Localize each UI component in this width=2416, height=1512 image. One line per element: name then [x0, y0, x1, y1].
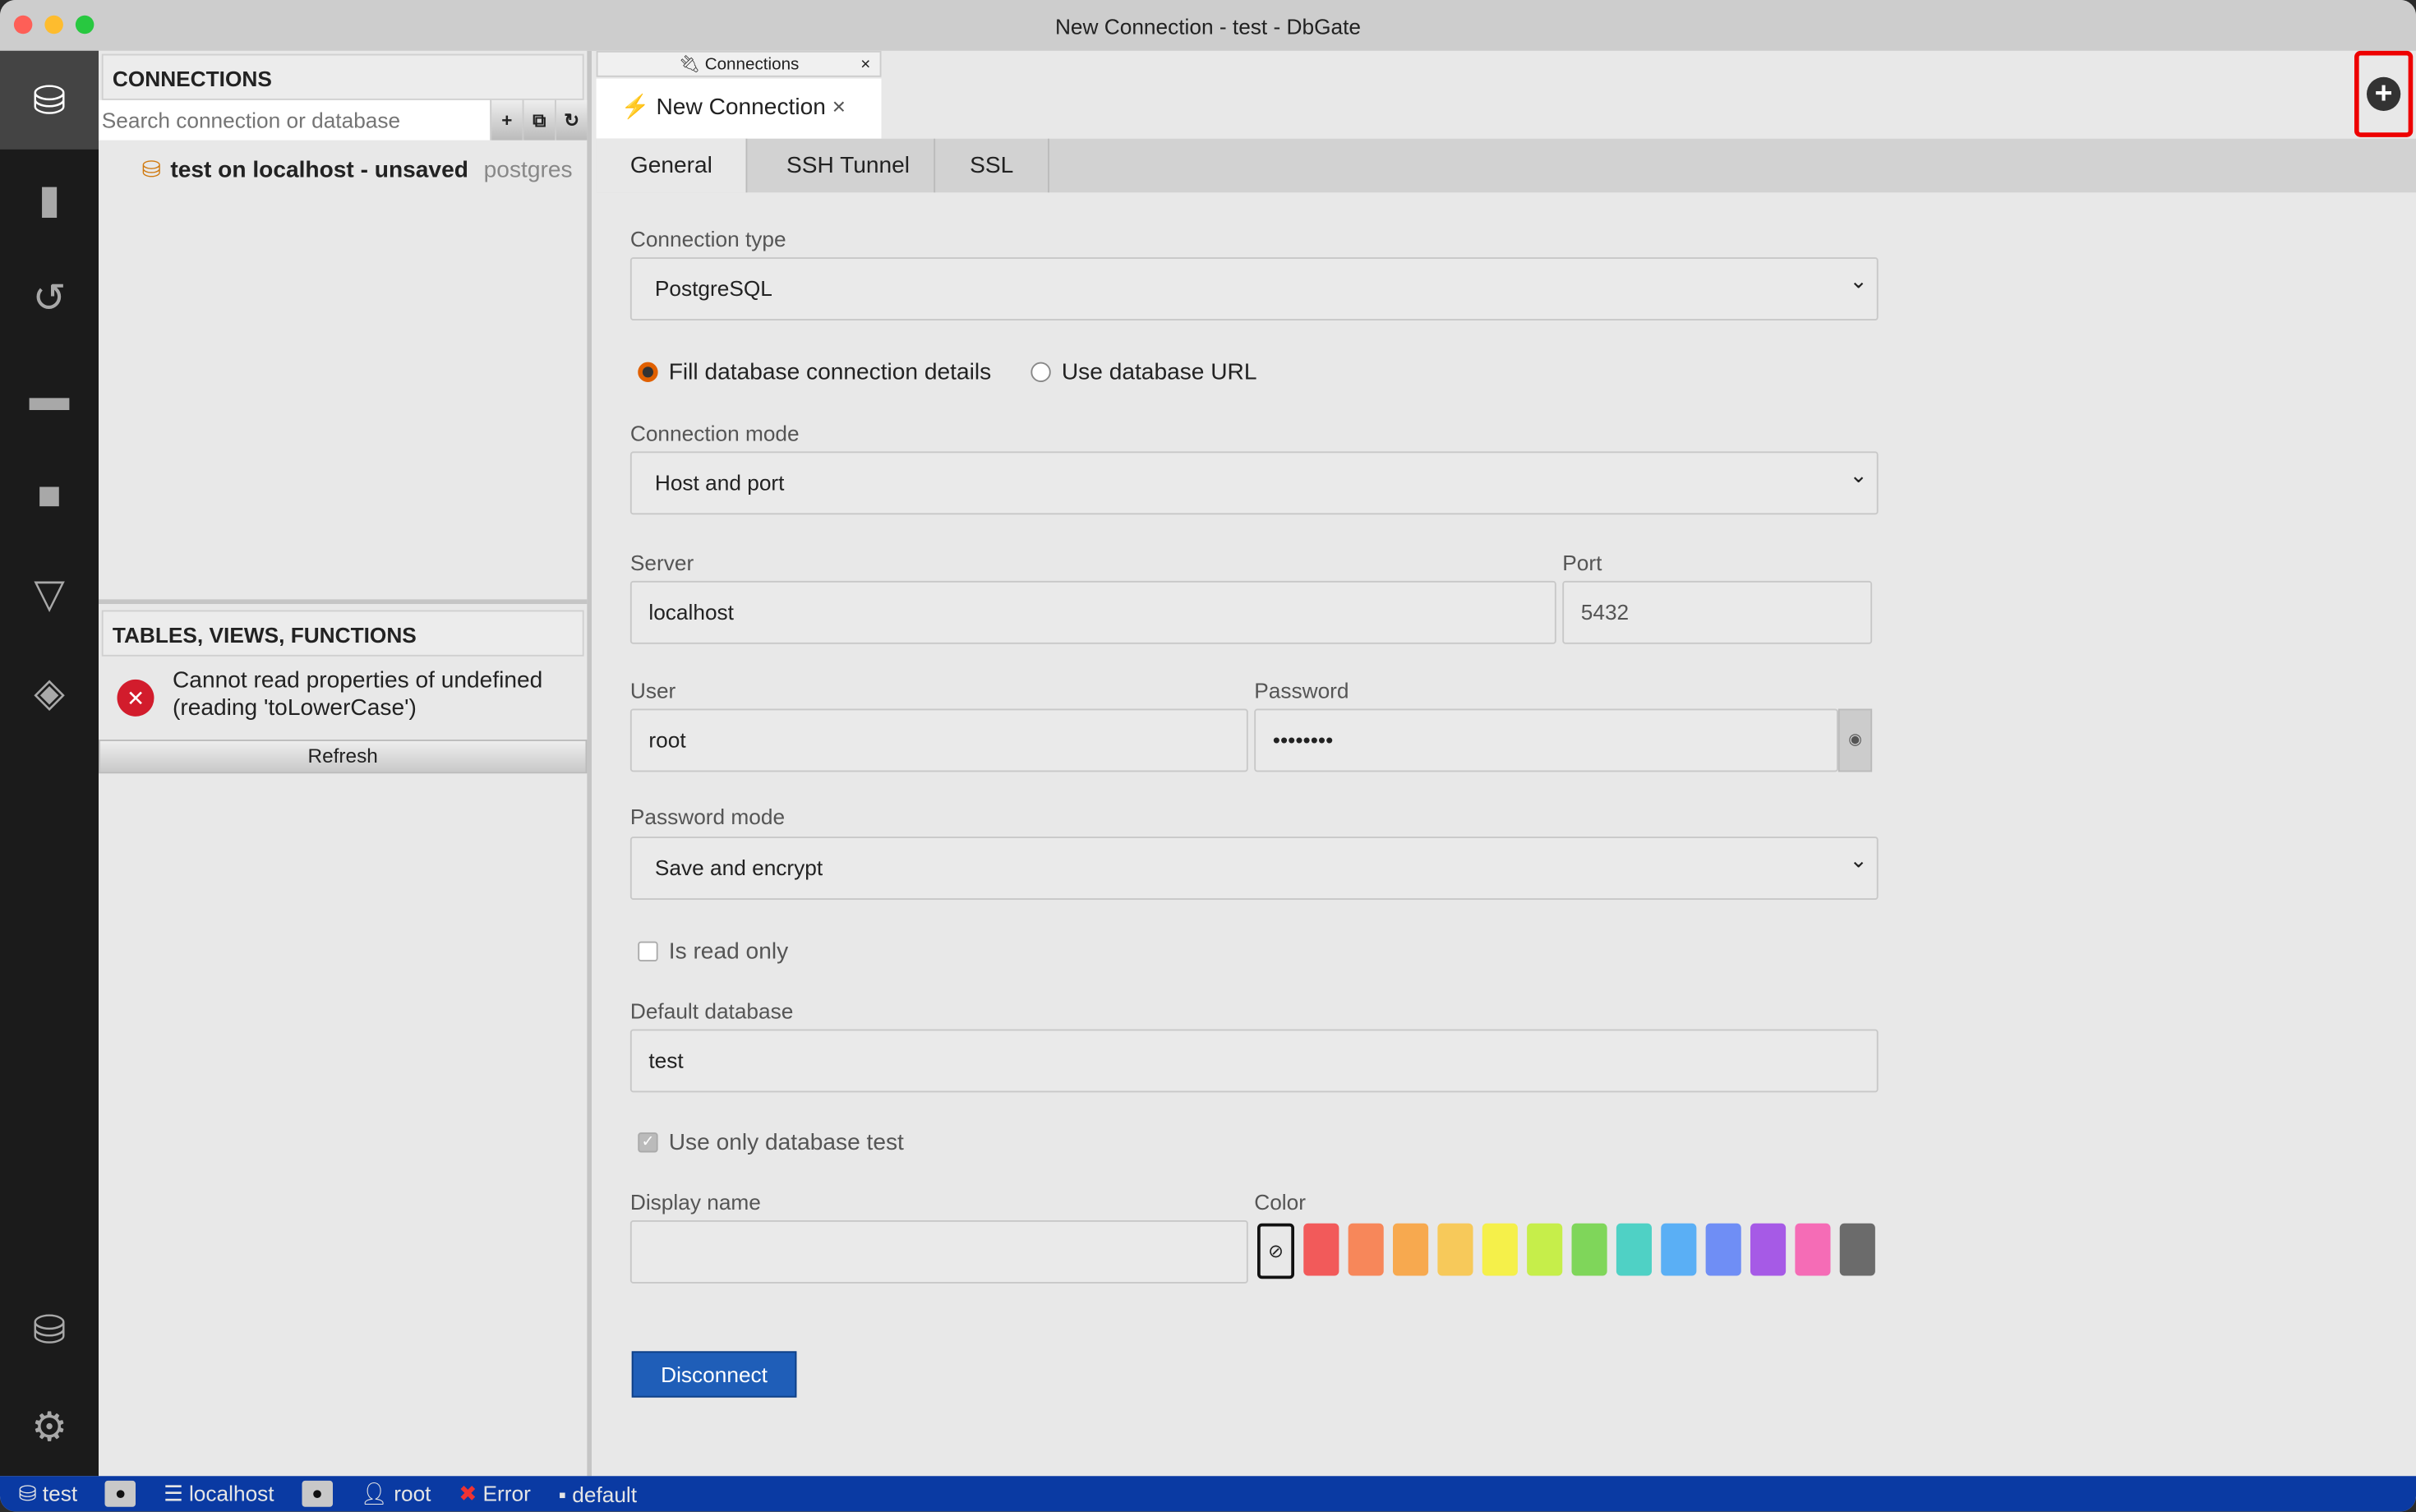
refresh-objects-button[interactable]: Refresh [99, 740, 588, 774]
minimize-window-button[interactable] [44, 15, 63, 35]
palette-icon[interactable]: ● [104, 1480, 136, 1507]
error-message: Cannot read properties of undefined (rea… [173, 666, 543, 721]
connection-item[interactable]: ⛁ test on localhost - unsaved postgres [99, 141, 587, 184]
use-only-database-checkbox[interactable]: ✓ Use only database test [638, 1129, 904, 1155]
plus-icon: + [2367, 76, 2401, 111]
status-bar: ⛁ test ● ☰ localhost ● 👤︎ root ✖ Error ▪… [0, 1476, 2416, 1512]
status-schema[interactable]: ▪ default [559, 1482, 637, 1506]
color-swatch[interactable] [1616, 1223, 1652, 1276]
search-input[interactable] [99, 99, 491, 141]
add-folder-button[interactable]: ⧉ [522, 99, 555, 141]
status-database[interactable]: ⛁ test [19, 1481, 78, 1507]
connection-type-select[interactable]: PostgreSQL [629, 251, 1879, 320]
database-icon: ⛁ [141, 157, 162, 184]
add-connection-button[interactable]: + [490, 99, 523, 141]
color-swatch[interactable] [1705, 1223, 1741, 1276]
filter-icon[interactable]: ▽ [0, 544, 99, 643]
default-database-input[interactable]: test [629, 1029, 1879, 1093]
objects-header: TABLES, VIEWS, FUNCTIONS [101, 610, 584, 657]
radio-use-url[interactable]: Use database URL [1030, 359, 1257, 385]
color-swatch[interactable] [1795, 1223, 1831, 1276]
color-swatch[interactable] [1348, 1223, 1384, 1276]
color-swatch[interactable] [1527, 1223, 1563, 1276]
port-input[interactable]: 5432 [1562, 580, 1873, 644]
plug-icon: ⚡ [620, 94, 650, 121]
tab-new-connection[interactable]: ⚡ New Connection × [596, 78, 882, 139]
tab-ssl[interactable]: SSL [936, 138, 1049, 193]
connection-form: Connection type PostgreSQL Fill database… [596, 192, 2416, 1477]
status-user[interactable]: 👤︎ root [361, 1481, 431, 1507]
maximize-window-button[interactable] [75, 15, 95, 35]
color-swatch[interactable] [1750, 1223, 1787, 1276]
color-swatch[interactable] [1571, 1223, 1607, 1276]
display-name-input[interactable] [629, 1220, 1248, 1284]
color-swatches [1303, 1223, 1875, 1276]
server-input[interactable]: localhost [629, 580, 1556, 644]
color-swatch[interactable] [1437, 1223, 1473, 1276]
color-swatch[interactable] [1661, 1223, 1697, 1276]
tab-general[interactable]: General [596, 138, 749, 193]
refresh-button[interactable]: ↻ [555, 99, 588, 141]
show-password-eye-icon[interactable]: ◉ [1837, 708, 1873, 772]
no-color-button[interactable]: ⊘ [1257, 1223, 1294, 1279]
color-swatch[interactable] [1303, 1223, 1339, 1276]
disconnect-button[interactable]: Disconnect [631, 1351, 797, 1398]
password-input[interactable]: •••••••• [1254, 708, 1838, 772]
tab-connections[interactable]: 🔌︎ Connections × [596, 50, 882, 77]
error-icon: ✕ [117, 679, 154, 717]
subtabs: General SSH Tunnel SSL [596, 138, 2416, 193]
archive-icon[interactable]: ▬ [0, 347, 99, 445]
tab-ssh-tunnel[interactable]: SSH Tunnel [748, 138, 936, 193]
color-swatch[interactable] [1482, 1223, 1518, 1276]
read-only-checkbox[interactable]: Is read only [638, 938, 788, 965]
left-panel: CONNECTIONS + ⧉ ↻ ⛁ test on localhost - … [99, 50, 592, 1477]
plugin-icon[interactable]: ■ [0, 445, 99, 544]
palette-icon[interactable]: ● [302, 1480, 333, 1507]
tab-bar: 🔌︎ Connections × ⚡ New Connection × + [596, 50, 2416, 139]
new-tab-button[interactable]: + [2354, 50, 2414, 137]
password-mode-select[interactable]: Save and encrypt [629, 831, 1879, 900]
error-icon: ✖ [459, 1480, 477, 1505]
connections-header: CONNECTIONS [101, 53, 584, 100]
user-input[interactable]: root [629, 708, 1248, 772]
close-tab-icon[interactable]: × [832, 94, 846, 120]
status-error[interactable]: ✖ Error [459, 1481, 531, 1507]
window-title: New Connection - test - DbGate [1054, 13, 1362, 39]
connection-mode-select[interactable]: Host and port [629, 445, 1879, 515]
title-bar: New Connection - test - DbGate [0, 0, 2416, 51]
radio-fill-details[interactable]: Fill database connection details [638, 359, 991, 385]
history-icon[interactable]: ↺ [0, 248, 99, 347]
gear-icon[interactable]: ⚙ [0, 1377, 99, 1476]
close-window-button[interactable] [13, 15, 33, 35]
color-swatch[interactable] [1393, 1223, 1429, 1276]
activity-bar: ⛁ ▮ ↺ ▬ ■ ▽ ◈ ⛁ ⚙ [0, 50, 99, 1477]
file-icon[interactable]: ▮ [0, 150, 99, 248]
layers-icon[interactable]: ◈ [0, 643, 99, 741]
close-tab-icon[interactable]: × [860, 53, 870, 77]
status-server[interactable]: ☰ localhost [164, 1481, 274, 1507]
database-eye-icon[interactable]: ⛁ [0, 1280, 99, 1379]
color-swatch[interactable] [1839, 1223, 1875, 1276]
database-icon[interactable]: ⛁ [0, 50, 99, 150]
